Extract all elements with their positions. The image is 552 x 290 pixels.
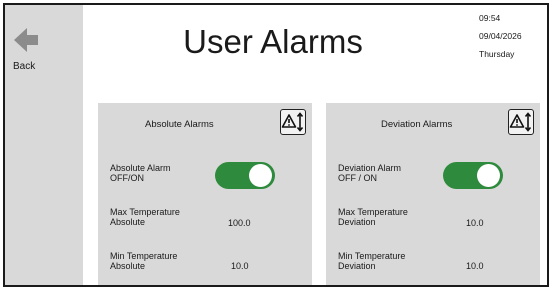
back-button[interactable]: Back: [13, 25, 53, 77]
absolute-alarm-label: Absolute Alarm OFF/ON: [110, 163, 171, 183]
deviation-alarm-toggle[interactable]: [443, 162, 503, 189]
min-temperature-deviation-value[interactable]: 10.0: [466, 261, 484, 271]
back-label: Back: [13, 61, 36, 72]
alarm-screen: Back User Alarms 09:54 09/04/2026 Thursd…: [3, 3, 549, 287]
max-temperature-absolute-label: Max Temperature Absolute: [110, 207, 180, 227]
page-title: User Alarms: [183, 23, 363, 60]
min-temperature-deviation-label: Min Temperature Deviation: [338, 251, 406, 271]
absolute-alarm-toggle[interactable]: [215, 162, 275, 189]
clock: 09:54 09/04/2026 Thursday: [479, 9, 541, 63]
toggle-knob: [249, 164, 272, 187]
alarm-sort-icon: [281, 112, 304, 132]
max-temperature-absolute-value[interactable]: 100.0: [228, 218, 251, 228]
time-display: 09:54: [479, 13, 501, 23]
panel-title: Absolute Alarms: [145, 119, 214, 130]
absolute-alarms-panel: Absolute Alarms Absolute Alarm OFF/ON Ma…: [98, 103, 312, 285]
alarm-sort-icon: [509, 112, 532, 132]
toggle-knob: [477, 164, 500, 187]
min-temperature-absolute-value[interactable]: 10.0: [231, 261, 249, 271]
deviation-alarm-label: Deviation Alarm OFF / ON: [338, 163, 402, 183]
sidebar: Back: [5, 5, 83, 285]
deviation-alarms-panel: Deviation Alarms Deviation Alarm OFF / O…: [326, 103, 540, 285]
weekday-display: Thursday: [479, 49, 515, 59]
min-temperature-absolute-label: Min Temperature Absolute: [110, 251, 178, 271]
alarm-sort-button[interactable]: [508, 109, 534, 135]
date-display: 09/04/2026: [479, 31, 522, 41]
max-temperature-deviation-value[interactable]: 10.0: [466, 218, 484, 228]
max-temperature-deviation-label: Max Temperature Deviation: [338, 207, 408, 227]
alarm-sort-button[interactable]: [280, 109, 306, 135]
arrow-left-icon: [14, 28, 38, 52]
panel-title: Deviation Alarms: [381, 119, 453, 130]
